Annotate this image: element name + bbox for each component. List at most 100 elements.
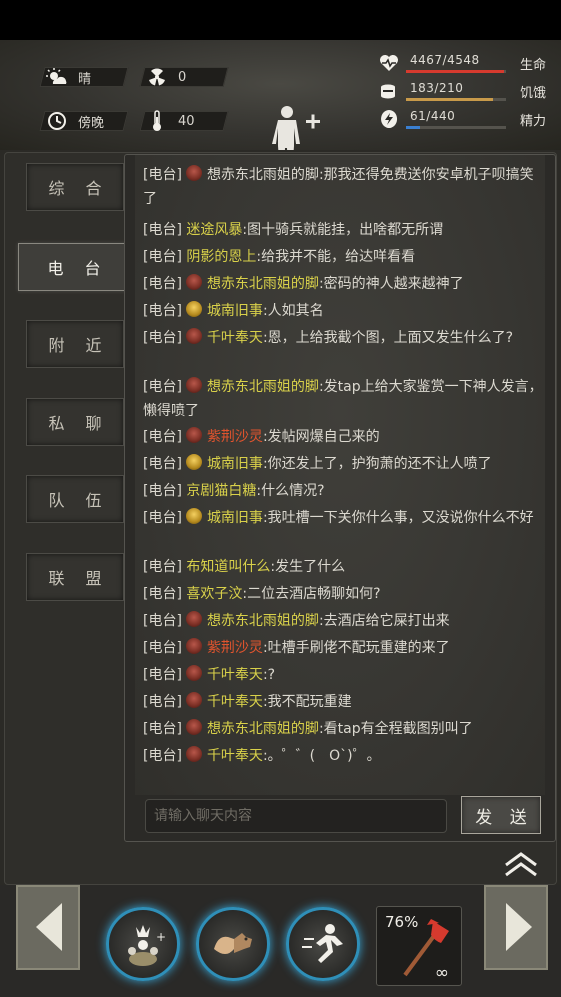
skill-sprint-button[interactable] xyxy=(286,907,360,981)
channel-tag: [电台] xyxy=(143,249,182,265)
collapse-button[interactable] xyxy=(500,846,542,882)
hunger-stat: 183/210 饥饿 xyxy=(378,80,546,102)
hunger-value: 183/210 xyxy=(410,81,464,95)
chat-message: [电台] 想赤东北雨姐的脚:那我还得免费送你安卓机子呗搞笑了 xyxy=(143,163,543,211)
chat-message: [电台] 千叶奉天:我不配玩重建 xyxy=(143,690,543,714)
arrow-right-icon xyxy=(506,903,532,951)
player-name[interactable]: 想赤东北雨姐的脚 xyxy=(207,276,319,292)
skill-pet-button[interactable] xyxy=(196,907,270,981)
energy-value: 61/440 xyxy=(410,109,456,123)
tab-general[interactable]: 综 合 xyxy=(26,163,124,211)
player-name[interactable]: 紫荆沙灵 xyxy=(207,640,263,656)
chat-panel: 综 合 电 台 附 近 私 聊 队 伍 联 盟 [电台] 想赤东北雨姐的脚:那我还… xyxy=(0,150,561,885)
message-text: :图十骑兵就能挂，出啥都无所谓 xyxy=(242,222,444,238)
tab-private[interactable]: 私 聊 xyxy=(26,398,124,446)
chat-log[interactable]: [电台] 想赤东北雨姐的脚:那我还得免费送你安卓机子呗搞笑了 [电台] 迷途风暴:图… xyxy=(135,155,545,795)
chat-message: [电台] 想赤东北雨姐的脚:去酒店给它屎打出来 xyxy=(143,609,543,633)
radiation-icon xyxy=(146,66,168,88)
player-badge-icon xyxy=(185,301,202,317)
player-badge-icon xyxy=(185,508,202,524)
double-chevron-up-icon xyxy=(505,852,537,877)
chat-message: [电台] 想赤东北雨姐的脚:发tap上给大家鉴赏一下神人发言，懒得喷了 xyxy=(143,375,543,423)
player-name[interactable]: 想赤东北雨姐的脚 xyxy=(207,379,319,395)
message-text: :发帖网爆自己来的 xyxy=(262,429,380,445)
channel-tag: [电台] xyxy=(143,667,182,683)
player-name[interactable]: 想赤东北雨姐的脚 xyxy=(207,613,319,629)
weapon-ammo: ∞ xyxy=(434,963,449,983)
hand-dog-icon xyxy=(214,933,252,954)
channel-tag: [电台] xyxy=(143,303,182,319)
tab-radio[interactable]: 电 台 xyxy=(18,243,130,291)
message-text: :吐槽手刷佬不配玩重建的来了 xyxy=(262,640,450,656)
status-header: 晴 0 傍晚 40 4467/4548 生命 183/210 饥饿 61/440… xyxy=(0,40,561,172)
player-name[interactable]: 千叶奉天 xyxy=(207,748,263,764)
tab-nearby[interactable]: 附 近 xyxy=(26,320,124,368)
channel-tag: [电台] xyxy=(143,222,182,238)
channel-tag: [电台] xyxy=(143,379,182,395)
player-name[interactable]: 紫荆沙灵 xyxy=(207,429,263,445)
player-badge-icon xyxy=(185,454,202,470)
player-name[interactable]: 迷途风暴 xyxy=(186,222,242,238)
food-can-icon xyxy=(378,80,400,102)
player-badge-icon xyxy=(185,427,202,443)
send-button[interactable]: 发 送 xyxy=(461,796,541,834)
hunger-label: 饥饿 xyxy=(520,85,547,101)
message-text: :二位去酒店畅聊如何? xyxy=(242,586,381,602)
player-name[interactable]: 阴影的恩上 xyxy=(186,249,256,265)
health-label: 生命 xyxy=(520,57,547,73)
top-black-bar xyxy=(0,0,561,40)
health-value: 4467/4548 xyxy=(410,53,480,67)
player-name[interactable]: 想赤东北雨姐的脚 xyxy=(207,721,319,737)
player-name[interactable]: 城南旧事 xyxy=(207,303,263,319)
player-badge-icon xyxy=(185,665,202,681)
player-name[interactable]: 想赤东北雨姐的脚 xyxy=(207,167,319,183)
player-badge-icon xyxy=(185,328,202,344)
equipped-weapon-slot[interactable]: 76% ∞ xyxy=(376,906,462,986)
heartbeat-icon xyxy=(378,52,400,74)
player-badge-icon xyxy=(185,692,202,708)
player-badge-icon xyxy=(185,638,202,654)
chat-message: [电台] 千叶奉天:。゜゛( O`)゜。 xyxy=(143,744,543,768)
action-bar: + xyxy=(0,885,561,997)
next-page-button[interactable] xyxy=(484,885,548,970)
weather-sun-cloud-icon xyxy=(46,66,68,88)
energy-stat: 61/440 精力 xyxy=(378,108,546,130)
chat-message: [电台] 城南旧事:我吐槽一下关你什么事，又没说你什么不好 xyxy=(143,506,543,530)
message-text: :发生了什么 xyxy=(270,559,346,575)
player-name[interactable]: 城南旧事 xyxy=(207,456,263,472)
skill-recruit-button[interactable]: + xyxy=(106,907,180,981)
channel-tag: [电台] xyxy=(143,721,182,737)
player-name[interactable]: 千叶奉天 xyxy=(207,330,263,346)
tab-team[interactable]: 队 伍 xyxy=(26,475,124,523)
clock-icon xyxy=(46,110,68,132)
channel-tag: [电台] xyxy=(143,429,182,445)
crown-team-icon: + xyxy=(128,925,166,966)
message-text: :。゜゛( O`)゜。 xyxy=(262,748,381,764)
arrow-left-icon xyxy=(36,903,62,951)
player-badge-icon xyxy=(185,746,202,762)
player-name[interactable]: 城南旧事 xyxy=(207,510,263,526)
radiation-value: 0 xyxy=(178,69,187,85)
energy-bolt-icon xyxy=(378,108,400,130)
weather-value: 晴 xyxy=(78,71,92,87)
message-text: :密码的神人越来越神了 xyxy=(318,276,464,292)
chat-message: [电台] 城南旧事:人如其名 xyxy=(143,299,543,323)
player-badge-icon xyxy=(185,165,202,181)
chat-input[interactable]: 请输入聊天内容 xyxy=(145,799,447,833)
tab-alliance[interactable]: 联 盟 xyxy=(26,553,124,601)
temperature-value: 40 xyxy=(178,113,195,129)
message-text: :你还发上了，护狗萧的还不让人喷了 xyxy=(262,456,492,472)
chat-message: [电台] 阴影的恩上:给我并不能，给达咩看看 xyxy=(143,245,543,269)
thermometer-icon xyxy=(146,110,168,132)
player-name[interactable]: 布知道叫什么 xyxy=(186,559,270,575)
channel-tag: [电台] xyxy=(143,456,182,472)
player-name[interactable]: 千叶奉天 xyxy=(207,667,263,683)
player-name[interactable]: 千叶奉天 xyxy=(207,694,263,710)
chat-message: [电台] 紫荆沙灵:发帖网爆自己来的 xyxy=(143,425,543,449)
channel-tag: [电台] xyxy=(143,694,182,710)
prev-page-button[interactable] xyxy=(16,885,80,970)
channel-tag: [电台] xyxy=(143,276,182,292)
player-name[interactable]: 喜欢子汶 xyxy=(186,586,242,602)
player-name[interactable]: 京剧猫白糖 xyxy=(186,483,256,499)
energy-label: 精力 xyxy=(520,113,547,129)
